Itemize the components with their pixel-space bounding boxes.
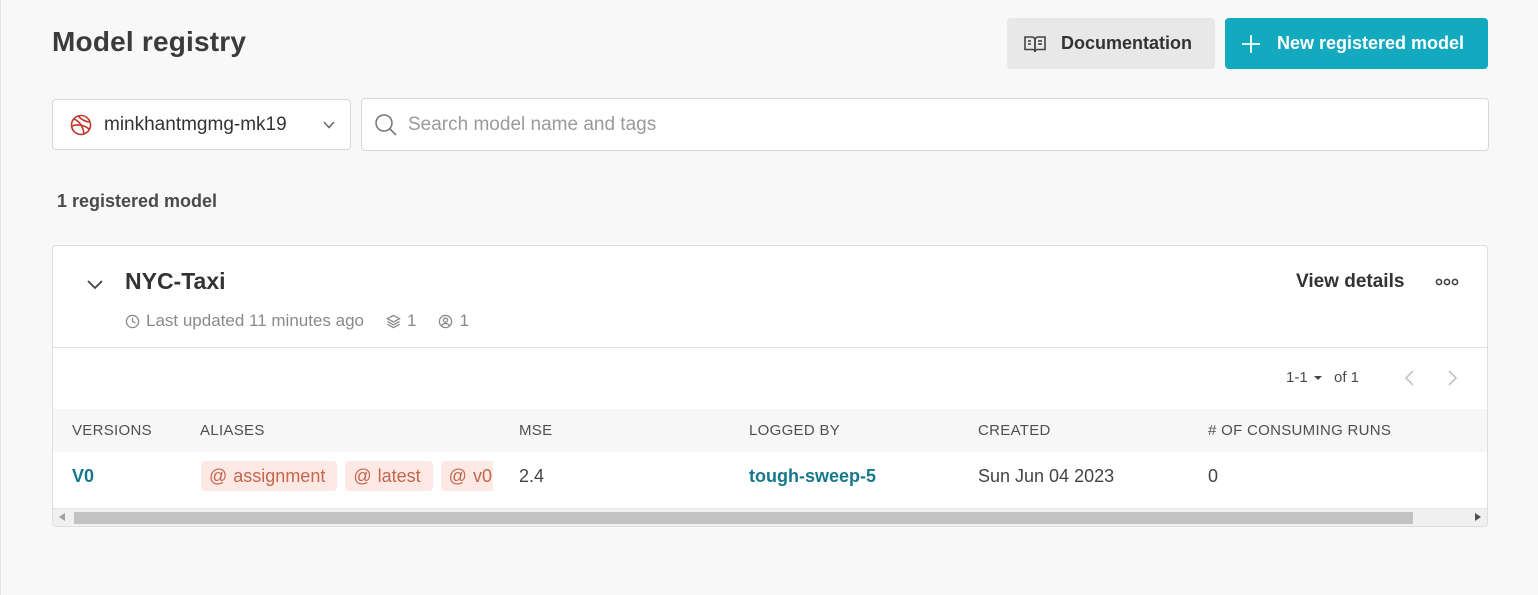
view-details-link[interactable]: View details <box>1296 271 1404 293</box>
chevron-down-icon[interactable] <box>85 274 105 294</box>
model-name[interactable]: NYC-Taxi <box>125 268 226 295</box>
model-card: NYC-Taxi Last updated 11 minutes ago 1 1 <box>52 245 1488 527</box>
alias-tag[interactable]: @ latest <box>345 461 433 491</box>
clock-icon <box>125 314 140 328</box>
search-bar <box>361 98 1489 151</box>
at-icon: @ <box>353 465 372 486</box>
search-input[interactable] <box>408 113 1468 136</box>
members-count: 1 <box>438 311 469 331</box>
documentation-button[interactable]: Documentation <box>1007 18 1215 69</box>
last-updated: Last updated 11 minutes ago <box>125 311 364 331</box>
column-header[interactable]: ALIASES <box>200 422 265 439</box>
mse-value: 2.4 <box>519 466 545 486</box>
at-icon: @ <box>448 465 467 486</box>
chevron-left-icon[interactable] <box>1401 368 1419 388</box>
column-header[interactable]: # OF CONSUMING RUNS <box>1208 422 1391 439</box>
column-header[interactable]: CREATED <box>978 422 1051 439</box>
scroll-left-arrow-icon[interactable] <box>59 513 65 521</box>
consuming-runs-count: 0 <box>1208 466 1219 486</box>
chevron-right-icon[interactable] <box>1443 368 1461 388</box>
scrollbar-thumb[interactable] <box>74 512 1413 524</box>
pagination-range-select[interactable]: 1-1 <box>1286 369 1322 386</box>
org-globe-icon <box>70 114 92 135</box>
alias-label: assignment <box>233 465 326 486</box>
layers-icon <box>386 314 401 328</box>
search-icon <box>375 113 397 136</box>
scroll-right-arrow-icon[interactable] <box>1475 513 1481 521</box>
versions-count: 1 <box>386 311 416 331</box>
pagination-total: of 1 <box>1334 369 1360 386</box>
members-count-text: 1 <box>459 311 469 330</box>
page-title: Model registry <box>52 26 247 57</box>
entity-name: minkhantmgmg-mk19 <box>104 113 287 135</box>
column-header[interactable]: VERSIONS <box>72 422 152 439</box>
pagination-range: 1-1 <box>1286 369 1308 386</box>
version-link[interactable]: V0 <box>72 466 94 487</box>
more-options-icon[interactable] <box>1434 274 1460 290</box>
versions-table-header: VERSIONS ALIASES MSE LOGGED BY CREATED #… <box>53 409 1487 452</box>
at-icon: @ <box>209 465 228 486</box>
entity-selector[interactable]: minkhantmgmg-mk19 <box>52 99 351 150</box>
page-left-border <box>0 0 1 595</box>
last-updated-text: Last updated 11 minutes ago <box>146 311 365 330</box>
horizontal-scrollbar[interactable] <box>53 508 1487 526</box>
logged-by-link[interactable]: tough-sweep-5 <box>749 466 876 487</box>
alias-tag[interactable]: @ v0 <box>440 461 493 491</box>
column-header[interactable]: MSE <box>519 422 552 439</box>
book-icon <box>1023 32 1047 56</box>
chevron-down-icon <box>323 121 335 129</box>
aliases-cell: @ assignment @ latest @ v0 <box>201 461 493 493</box>
created-date: Sun Jun 04 2023 <box>978 466 1115 486</box>
registered-model-count: 1 registered model <box>57 191 218 211</box>
column-header[interactable]: LOGGED BY <box>749 422 840 439</box>
table-row: V0 @ assignment @ latest @ v0 2.4 tough-swe… <box>53 452 1487 504</box>
alias-label: v0 <box>472 465 492 486</box>
plus-icon <box>1241 34 1261 54</box>
alias-tag[interactable]: @ assignment <box>201 461 338 491</box>
alias-label: latest <box>377 465 421 486</box>
model-meta: Last updated 11 minutes ago 1 1 <box>125 311 491 331</box>
new-registered-model-button[interactable]: New registered model <box>1225 18 1488 69</box>
new-registered-model-label: New registered model <box>1277 33 1465 53</box>
user-icon <box>439 314 453 328</box>
versions-count-text: 1 <box>407 311 417 330</box>
caret-down-icon <box>1313 376 1322 381</box>
documentation-label: Documentation <box>1061 33 1193 53</box>
model-card-header: NYC-Taxi Last updated 11 minutes ago 1 1 <box>53 246 1487 348</box>
